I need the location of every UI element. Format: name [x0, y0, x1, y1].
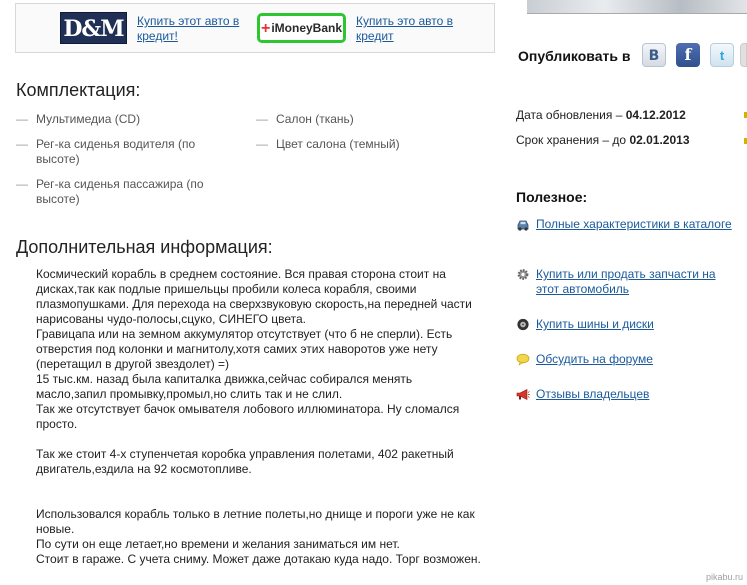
equipment-item: — Рег-ка сиденья водителя (по высоте): [16, 137, 216, 167]
share-label: Опубликовать в: [518, 48, 631, 64]
twitter-icon[interactable]: t: [710, 43, 734, 67]
storage-date-value: 02.01.2013: [629, 133, 690, 147]
description-line: Использовался корабль только в летние по…: [36, 507, 475, 521]
equipment-item: — Мультимедиа (CD): [16, 112, 216, 127]
description-line: плазмопушками. Для перехода на сверхзвук…: [36, 297, 472, 311]
vkontakte-icon[interactable]: B: [642, 43, 666, 67]
equipment-item-label: Рег-ка сиденья пассажира (по высоте): [36, 177, 204, 206]
list-dash: —: [16, 137, 28, 151]
description-line: (перетащил в другой звездолет) =): [36, 357, 230, 371]
useful-link[interactable]: Отзывы владельцев: [516, 387, 736, 402]
useful-link[interactable]: Купить или продать запчасти на этот авто…: [516, 267, 736, 297]
description-line: [36, 477, 498, 492]
storage-date: Срок хранения – до 02.01.2013: [516, 133, 690, 147]
update-date: Дата обновления – 04.12.2012: [516, 108, 686, 122]
share-more-icon[interactable]: [740, 43, 747, 67]
useful-item-catalog[interactable]: Полные характеристики в каталоге: [516, 217, 736, 232]
description-text: Космический корабль в среднем состояние.…: [36, 267, 498, 567]
equipment-item-label: Салон (ткань): [276, 112, 354, 126]
description-line: [36, 492, 498, 507]
useful-item-reviews[interactable]: Отзывы владельцев: [516, 387, 736, 402]
description-line: Так же отсутствует бачок омывателя лобов…: [36, 402, 460, 416]
description-line: дисках,так как подлые пришельцы пробили …: [36, 282, 417, 296]
useful-item-parts[interactable]: Купить или продать запчасти на этот авто…: [516, 267, 736, 297]
description-line: По сути он еще летает,но времени и желан…: [36, 537, 400, 551]
description-line: двигатель,ездила на 92 космотопливе.: [36, 462, 252, 476]
equipment-item: — Цвет салона (темный): [256, 137, 456, 152]
equipment-item: — Рег-ка сиденья пассажира (по высоте): [16, 177, 226, 207]
description-line: [36, 432, 498, 447]
description-line: 15 тыс.км. назад была капиталка движка,с…: [36, 372, 413, 386]
description-line: Так же стоит 4-х ступенчетая коробка упр…: [36, 447, 454, 461]
speech-bubble-icon: [516, 353, 530, 366]
useful-link[interactable]: Обсудить на форуме: [516, 352, 736, 367]
additional-info-title: Дополнительная информация:: [16, 237, 273, 257]
equipment-item-label: Рег-ка сиденья водителя (по высоте): [36, 137, 196, 166]
imoneybank-logo-text: iMoneyBank: [271, 21, 343, 35]
watermark: pikabu.ru: [705, 572, 743, 582]
credit-link-imoneybank[interactable]: Купить это авто в кредит: [356, 14, 466, 44]
update-date-value: 04.12.2012: [625, 108, 686, 122]
equipment-item-label: Цвет салона (темный): [276, 137, 400, 151]
car-icon: [517, 220, 529, 231]
car-photo-thumbnail[interactable]: [527, 0, 747, 14]
dm-bank-logo[interactable]: D&M: [60, 12, 127, 44]
imoneybank-plus-icon: +: [260, 20, 271, 37]
list-dash: —: [16, 177, 28, 191]
megaphone-icon: [516, 389, 530, 400]
description-line: нарисованы чудо-полосы,сцуко, СИНЕГО цве…: [36, 312, 306, 326]
list-dash: —: [256, 137, 268, 151]
description-line: Стоит в гараже. С учета сниму. Может даж…: [36, 552, 481, 566]
list-dash: —: [16, 112, 28, 126]
imoneybank-logo[interactable]: +iMoneyBank: [257, 13, 346, 43]
gear-icon: [517, 269, 529, 280]
facebook-icon[interactable]: f: [676, 43, 700, 67]
useful-item-tires[interactable]: Купить шины и диски: [516, 317, 736, 332]
equipment-item: — Салон (ткань): [256, 112, 456, 127]
update-date-label: Дата обновления –: [516, 108, 626, 122]
description-line: Гравицапа или на земном аккумулятор отсу…: [36, 327, 453, 341]
description-line: Космический корабль в среднем состояние.…: [36, 267, 446, 281]
description-line: масло,запил промывку,промыл,но слить так…: [36, 387, 343, 401]
list-dash: —: [256, 112, 268, 126]
equipment-item-label: Мультимедиа (CD): [36, 112, 141, 126]
useful-link[interactable]: Полные характеристики в каталоге: [516, 217, 736, 232]
description-line: просто.: [36, 417, 78, 431]
tire-icon: [517, 318, 529, 331]
description-line: отверстия под колонки и магнитолу,хотя с…: [36, 342, 438, 356]
useful-title: Полезное:: [516, 189, 588, 205]
useful-item-forum[interactable]: Обсудить на форуме: [516, 352, 736, 367]
credit-banner: D&M Купить этот авто в кредит! +iMoneyBa…: [15, 3, 495, 53]
credit-link-dm[interactable]: Купить этот авто в кредит!: [137, 14, 247, 44]
useful-link[interactable]: Купить шины и диски: [516, 317, 736, 332]
storage-date-label: Срок хранения – до: [516, 133, 630, 147]
description-line: новые.: [36, 522, 75, 536]
equipment-title: Комплектация:: [16, 80, 141, 100]
